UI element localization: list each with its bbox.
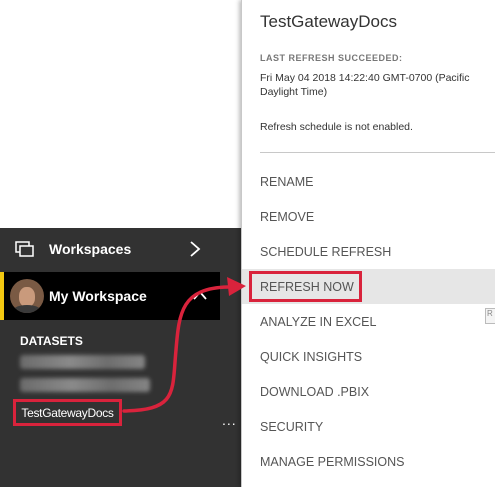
menu-item-label: REMOVE	[260, 209, 315, 224]
schedule-status: Refresh schedule is not enabled.	[260, 121, 413, 133]
menu-item-security[interactable]: SECURITY	[242, 409, 495, 444]
my-workspace-nav-item[interactable]: My Workspace	[0, 272, 220, 320]
dataset-item-testgatewaydocs[interactable]: TestGatewayDocs	[13, 399, 122, 426]
dataset-item-blurred[interactable]	[20, 355, 145, 369]
menu-item-schedule-refresh[interactable]: SCHEDULE REFRESH	[242, 234, 495, 269]
dataset-context-menu: TestGatewayDocs LAST REFRESH SUCCEEDED: …	[241, 0, 495, 487]
menu-item-manage-permissions[interactable]: MANAGE PERMISSIONS	[242, 444, 495, 479]
navigation-pane: Workspaces My Workspace DATASETS TestGat…	[0, 228, 250, 487]
datasets-header: DATASETS	[20, 334, 83, 348]
refresh-status-label: LAST REFRESH SUCCEEDED:	[260, 53, 403, 63]
chevron-up-icon[interactable]	[192, 289, 208, 301]
menu-item-label: SCHEDULE REFRESH	[260, 244, 392, 259]
more-options-button[interactable]: ...	[222, 412, 237, 428]
dataset-label: TestGatewayDocs	[21, 405, 114, 420]
menu-item-analyze-in-excel[interactable]: ANALYZE IN EXCEL	[242, 304, 495, 339]
menu-item-rename[interactable]: RENAME	[242, 164, 495, 199]
workspaces-icon	[15, 241, 34, 257]
menu-item-label: ANALYZE IN EXCEL	[260, 314, 377, 329]
menu-item-refresh-now[interactable]: REFRESH NOW	[242, 269, 495, 304]
menu-title: TestGatewayDocs	[260, 12, 397, 31]
workspaces-nav-item[interactable]: Workspaces	[0, 228, 250, 270]
menu-item-quick-insights[interactable]: QUICK INSIGHTS	[242, 339, 495, 374]
my-workspace-label: My Workspace	[49, 288, 147, 304]
menu-item-label: RENAME	[260, 174, 314, 189]
menu-item-label: DOWNLOAD .PBIX	[260, 384, 370, 399]
menu-item-download-pbix[interactable]: DOWNLOAD .PBIX	[242, 374, 495, 409]
menu-item-label: REFRESH NOW	[260, 279, 354, 294]
user-avatar	[10, 279, 44, 313]
menu-item-label: MANAGE PERMISSIONS	[260, 454, 405, 469]
dataset-item-blurred[interactable]	[20, 378, 150, 392]
menu-item-remove[interactable]: REMOVE	[242, 199, 495, 234]
menu-item-label: QUICK INSIGHTS	[260, 349, 363, 364]
menu-item-label: SECURITY	[260, 419, 324, 434]
refresh-timestamp: Fri May 04 2018 14:22:40 GMT-0700 (Pacif…	[260, 72, 470, 98]
chevron-right-icon[interactable]	[188, 240, 202, 258]
menu-divider	[260, 152, 495, 153]
workspaces-label: Workspaces	[49, 241, 132, 257]
edge-badge: R	[485, 308, 495, 324]
